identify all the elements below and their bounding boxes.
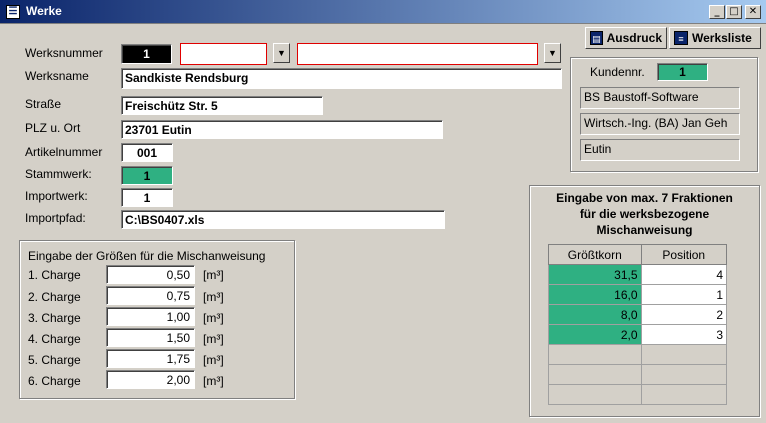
fractions-table: Größtkorn Position 31,5 4 16,0 1 8,0 2 2… [548, 244, 728, 405]
groesstkorn-cell[interactable] [548, 384, 642, 405]
charge-unit: [m³] [203, 374, 224, 388]
werksname-label: Werksname [25, 69, 89, 83]
customer-line-1: BS Baustoff-Software [580, 87, 740, 109]
position-cell[interactable]: 3 [640, 324, 728, 345]
werksliste-label: Werksliste [692, 31, 752, 45]
artikelnummer-label: Artikelnummer [25, 145, 103, 159]
plz-ort-label: PLZ u. Ort [25, 121, 81, 135]
groesstkorn-cell[interactable]: 31,5 [548, 264, 642, 285]
kundennr-label: Kundennr. [590, 65, 645, 79]
customer-line-3: Eutin [580, 139, 740, 161]
position-cell[interactable]: 4 [640, 264, 728, 285]
stammwerk-field[interactable]: 1 [121, 166, 173, 185]
list-icon: ≡ [674, 31, 688, 45]
charge-unit: [m³] [203, 268, 224, 282]
fractions-title: Eingabe von max. 7 Fraktionen für die we… [530, 190, 759, 238]
fractions-title-line-1: Eingabe von max. 7 Fraktionen [556, 191, 733, 205]
customer-line-2: Wirtsch.-Ing. (BA) Jan Geh [580, 113, 740, 135]
fractions-title-line-2: für die werksbezogene [579, 207, 710, 221]
importwerk-field[interactable]: 1 [121, 188, 173, 207]
col-groesstkorn: Größtkorn [548, 244, 642, 265]
charge-label: 6. Charge [28, 374, 81, 388]
table-row-empty[interactable] [548, 344, 728, 365]
position-cell[interactable] [640, 344, 728, 365]
charge-value[interactable]: 1,50 [106, 328, 195, 347]
plz-ort-field[interactable]: 23701 Eutin [121, 120, 443, 139]
table-header-row: Größtkorn Position [548, 244, 728, 265]
werk-search-combo-2[interactable] [297, 43, 538, 65]
charge-label: 4. Charge [28, 332, 81, 346]
groesstkorn-cell[interactable]: 16,0 [548, 284, 642, 305]
charge-value[interactable]: 2,00 [106, 370, 195, 389]
table-row[interactable]: 31,5 4 [548, 264, 728, 285]
importwerk-label: Importwerk: [25, 189, 88, 203]
table-row[interactable]: 8,0 2 [548, 304, 728, 325]
charge-label: 1. Charge [28, 268, 81, 282]
mix-title: Eingabe der Größen für die Mischanweisun… [28, 249, 266, 263]
strasse-label: Straße [25, 97, 62, 111]
col-position: Position [640, 244, 728, 265]
charge-unit: [m³] [203, 353, 224, 367]
close-button[interactable]: ✕ [745, 5, 761, 19]
chevron-down-icon[interactable]: ▼ [273, 43, 290, 63]
groesstkorn-cell[interactable] [548, 344, 642, 365]
position-cell[interactable] [640, 384, 728, 405]
table-row[interactable]: 2,0 3 [548, 324, 728, 345]
groesstkorn-cell[interactable]: 2,0 [548, 324, 642, 345]
stammwerk-label: Stammwerk: [25, 167, 92, 181]
table-row[interactable]: 16,0 1 [548, 284, 728, 305]
charge-unit: [m³] [203, 311, 224, 325]
window-title: Werke [26, 4, 62, 18]
kundennr-field[interactable]: 1 [657, 63, 708, 81]
importpfad-label: Importpfad: [25, 211, 86, 225]
chevron-down-icon[interactable]: ▼ [544, 43, 561, 63]
werksliste-button[interactable]: ≡ Werksliste [669, 27, 761, 49]
table-row-empty[interactable] [548, 364, 728, 385]
title-bar [0, 0, 766, 24]
werk-search-combo-1[interactable] [180, 43, 267, 65]
artikelnummer-field[interactable]: 001 [121, 143, 173, 162]
strasse-field[interactable]: Freischütz Str. 5 [121, 96, 323, 115]
charge-value[interactable]: 0,75 [106, 286, 195, 305]
charge-unit: [m³] [203, 290, 224, 304]
charge-label: 3. Charge [28, 311, 81, 325]
maximize-button[interactable]: □ [726, 5, 742, 19]
charge-value[interactable]: 1,75 [106, 349, 195, 368]
werksname-field[interactable]: Sandkiste Rendsburg [121, 68, 562, 89]
groesstkorn-cell[interactable] [548, 364, 642, 385]
form-icon: ☰ [6, 5, 20, 19]
groesstkorn-cell[interactable]: 8,0 [548, 304, 642, 325]
importpfad-field[interactable]: C:\BS0407.xls [121, 210, 445, 229]
charge-unit: [m³] [203, 332, 224, 346]
charge-value[interactable]: 1,00 [106, 307, 195, 326]
print-icon: ▤ [590, 31, 603, 45]
table-row-empty[interactable] [548, 384, 728, 405]
charge-label: 5. Charge [28, 353, 81, 367]
werksnummer-label: Werksnummer [25, 46, 103, 60]
minimize-button[interactable]: _ [709, 5, 725, 19]
position-cell[interactable] [640, 364, 728, 385]
fractions-title-line-3: Mischanweisung [596, 223, 693, 237]
charge-label: 2. Charge [28, 290, 81, 304]
position-cell[interactable]: 1 [640, 284, 728, 305]
werksnummer-field[interactable]: 1 [121, 44, 172, 64]
position-cell[interactable]: 2 [640, 304, 728, 325]
charge-value[interactable]: 0,50 [106, 265, 195, 284]
ausdruck-label: Ausdruck [606, 31, 662, 45]
ausdruck-button[interactable]: ▤ Ausdruck [585, 27, 667, 49]
